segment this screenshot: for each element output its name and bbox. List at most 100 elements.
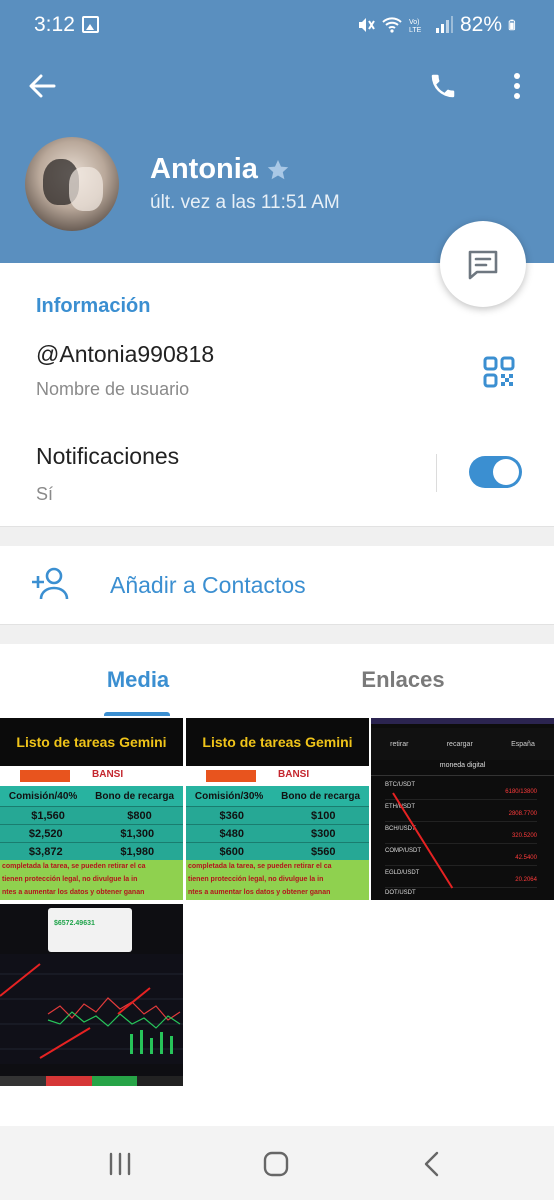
crypto-nav-item: recargar [446,740,473,748]
info-section-title: Información [36,295,151,317]
status-bar: 3:12 Vo) LTE 82% [0,0,554,52]
back-arrow-icon [29,74,56,98]
crypto-pair: COMP/USDT [385,848,421,854]
media-tabs: Media Enlaces [0,644,554,716]
trade-buttons [0,1076,183,1086]
last-seen-status: últ. vez a las 11:51 AM [150,192,340,213]
battery-percent: 82% [459,13,502,36]
crypto-nav-item: retirar [390,740,409,748]
note-line: completada la tarea, se pueden retirar e… [188,863,332,870]
notifications-toggle[interactable] [469,456,522,488]
crypto-row: EGLD/USDT 20.2064 [385,868,537,888]
sheet-cell: $480 [219,827,244,840]
sheet-header-cell: Bono de recarga [95,790,175,802]
sheet-cell: $300 [311,827,336,840]
mute-icon [358,18,375,32]
trade-button [0,1076,46,1086]
crypto-value: 42.5400 [515,855,537,861]
brand-logo: BANSI [92,769,124,780]
signal-icon [435,16,453,33]
active-tab-indicator [104,712,170,716]
sheet-cell: $3,872 [28,845,63,858]
crypto-pair: DOT/USDT [385,890,416,896]
message-icon [468,250,498,280]
battery-icon [508,19,516,31]
sheet-header-cell: Bono de recarga [281,790,361,802]
more-options-button[interactable] [500,68,534,104]
tab-media[interactable]: Media [90,644,186,716]
note-line: ntes a aumentar los datos y obtener gana… [2,889,145,896]
crypto-nav: retirar recargar España [371,728,554,760]
recent-apps-button[interactable] [100,1148,140,1180]
call-button[interactable] [424,68,462,104]
back-button[interactable] [24,68,60,104]
sheet-header-cell: Comisión/30% [194,790,264,802]
section-divider [0,526,554,546]
system-back-icon [424,1151,439,1177]
sheet-note: completada la tarea, se pueden retirar e… [186,860,369,900]
sheet-cell: $1,300 [120,827,155,840]
crypto-row: DOT/USDT [385,888,537,900]
crypto-value: 320.5200 [511,833,537,839]
status-time: 3:12 [34,13,75,36]
sheet-title: Listo de tareas Gemini [186,718,369,766]
crypto-title: moneda digital [371,762,554,776]
sheet-header: Comisión/40% Bono de recarga [0,786,183,806]
more-vert-icon [514,73,520,99]
qr-code-icon[interactable] [482,355,516,389]
sheet-row: $2,520 $1,300 [0,824,183,842]
notifications-title[interactable]: Notificaciones [36,443,179,470]
brand-tag [206,770,256,782]
note-line: ntes a aumentar los datos y obtener gana… [188,889,331,896]
note-line: tienen protección legal, no divulgue la … [2,876,138,883]
add-contact-label: Añadir a Contactos [110,572,306,598]
crypto-row: COMP/USDT 42.5400 [385,846,537,866]
sheet-row: $600 $560 [186,842,369,860]
message-button[interactable] [440,221,526,307]
media-thumbnail[interactable]: Listo de tareas Gemini BANSI Comisión/30… [186,718,369,900]
sheet-row: $360 $100 [186,806,369,824]
section-divider [0,624,554,644]
add-user-icon [32,567,69,600]
home-button[interactable] [256,1148,296,1180]
sheet-cell: $800 [127,809,152,822]
svg-text:Vo): Vo) [409,19,420,26]
media-thumbnail[interactable]: retirar recargar España moneda digital B… [371,718,554,900]
candlestick-chart-image [0,954,183,1064]
sheet-row: $3,872 $1,980 [0,842,183,860]
note-line: tienen protección legal, no divulgue la … [188,876,324,883]
username-value[interactable]: @Antonia990818 [36,341,214,368]
crypto-value: 6180/13800 [505,789,537,795]
svg-text:LTE: LTE [409,27,422,34]
trade-button [91,1076,138,1086]
contact-name: Antonia [150,153,258,185]
sheet-brand: BANSI [186,766,369,786]
sheet-cell: $600 [219,845,244,858]
trade-button [45,1076,92,1086]
add-contact-row[interactable]: Añadir a Contactos [0,546,554,624]
trade-panel [48,908,132,952]
media-grid: Listo de tareas Gemini BANSI Comisión/40… [0,718,554,1088]
trade-button [137,1076,183,1086]
sheet-cell: $1,560 [31,809,65,822]
sheet-cell: $2,520 [28,827,63,840]
crypto-row: BCH/USDT 320.5200 [385,824,537,844]
sheet-cell: $360 [219,809,244,822]
media-thumbnail[interactable]: Listo de tareas Gemini BANSI Comisión/40… [0,718,183,900]
username-label: Nombre de usuario [36,379,190,399]
crypto-top-bar [371,718,554,724]
sheet-brand: BANSI [0,766,183,786]
trade-price: $6572.49631 [54,920,95,927]
contact-name-row: Antonia [150,153,290,186]
crypto-value: 2808.7700 [508,811,537,817]
avatar[interactable] [25,137,119,231]
profile-screen: 3:12 Vo) LTE 82% Antonia últ. vez a las … [0,0,554,1200]
image-icon [82,16,99,33]
sheet-title: Listo de tareas Gemini [0,718,183,766]
crypto-nav-item: España [511,740,535,748]
media-thumbnail[interactable]: $6572.49631 [0,904,183,1086]
system-back-button[interactable] [412,1148,452,1180]
recent-apps-icon [109,1152,131,1176]
tab-links[interactable]: Enlaces [350,644,456,716]
crypto-pair: BTC/USDT [385,782,415,788]
